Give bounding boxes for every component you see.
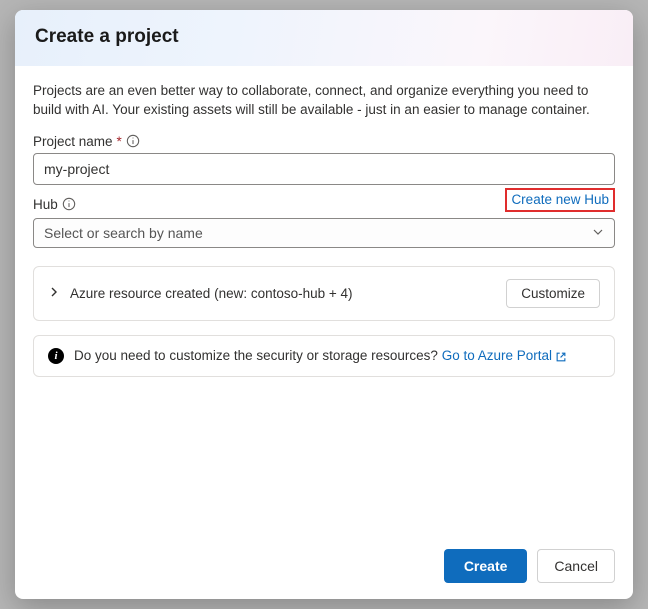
resource-summary-text: Azure resource created (new: contoso-hub… bbox=[70, 286, 353, 301]
modal-header: Create a project bbox=[15, 10, 633, 66]
modal-description: Projects are an even better way to colla… bbox=[33, 82, 615, 120]
hub-label-text: Hub bbox=[33, 197, 58, 212]
chevron-down-icon bbox=[592, 225, 604, 241]
hub-select-placeholder: Select or search by name bbox=[44, 225, 203, 241]
info-icon[interactable] bbox=[62, 197, 76, 211]
create-new-hub-link[interactable]: Create new Hub bbox=[511, 192, 609, 207]
chevron-right-icon[interactable] bbox=[48, 286, 60, 301]
create-button[interactable]: Create bbox=[444, 549, 528, 583]
portal-link-text: Go to Azure Portal bbox=[442, 348, 552, 363]
project-name-label-text: Project name bbox=[33, 134, 113, 149]
create-hub-callout: Create new Hub bbox=[505, 188, 615, 212]
info-icon: i bbox=[48, 348, 64, 364]
info-question: Do you need to customize the security or… bbox=[74, 348, 442, 363]
modal-footer: Create Cancel bbox=[15, 535, 633, 599]
modal-body: Projects are an even better way to colla… bbox=[15, 66, 633, 535]
info-icon[interactable] bbox=[126, 134, 140, 148]
go-to-azure-portal-link[interactable]: Go to Azure Portal bbox=[442, 348, 567, 363]
project-name-label: Project name * bbox=[33, 134, 615, 149]
customize-button[interactable]: Customize bbox=[506, 279, 600, 308]
project-name-input[interactable] bbox=[33, 153, 615, 185]
external-link-icon bbox=[555, 351, 567, 363]
required-asterisk: * bbox=[117, 134, 122, 149]
modal-title: Create a project bbox=[35, 26, 613, 48]
hub-label: Hub bbox=[33, 197, 76, 212]
cancel-button[interactable]: Cancel bbox=[537, 549, 615, 583]
create-project-modal: Create a project Projects are an even be… bbox=[15, 10, 633, 599]
security-info-card: i Do you need to customize the security … bbox=[33, 335, 615, 377]
info-card-text: Do you need to customize the security or… bbox=[74, 348, 567, 363]
resource-summary-card: Azure resource created (new: contoso-hub… bbox=[33, 266, 615, 321]
hub-select[interactable]: Select or search by name bbox=[33, 218, 615, 248]
